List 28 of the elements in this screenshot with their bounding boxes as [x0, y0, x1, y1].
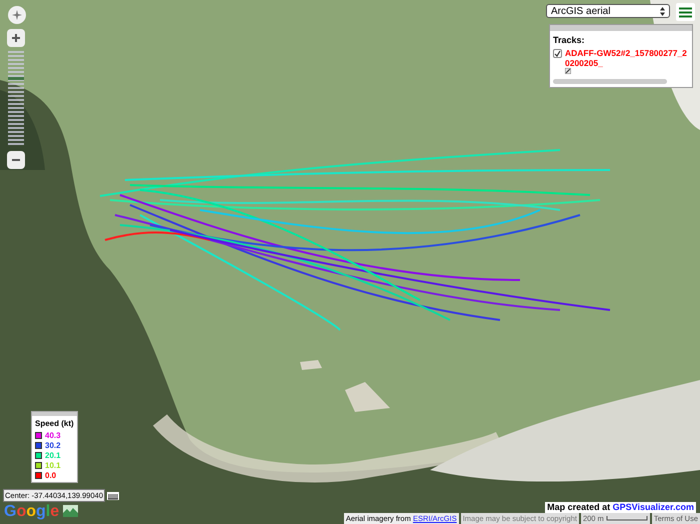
- legend-label: 20.1: [45, 451, 61, 460]
- track-checkbox[interactable]: [553, 48, 562, 58]
- zoom-in-button[interactable]: [7, 29, 25, 47]
- map-type-select[interactable]: ArcGIS aerial: [546, 4, 670, 18]
- legend-label: 10.1: [45, 461, 61, 470]
- track-name-link[interactable]: ADAFF-GW52#2_157800277_20200205_: [565, 48, 689, 68]
- map-credit: Map created at GPSVisualizer.com: [545, 502, 696, 513]
- compass-icon: [12, 10, 22, 20]
- menu-icon: [679, 6, 692, 18]
- zoom-slider-thumb[interactable]: [8, 77, 24, 80]
- legend-label: 0.0: [45, 471, 56, 480]
- scale-ruler-icon: [606, 516, 648, 521]
- legend-label: 30.2: [45, 441, 61, 450]
- zoom-slider[interactable]: [8, 51, 24, 147]
- plus-icon: [11, 33, 21, 43]
- checkmark-icon: [554, 50, 561, 56]
- select-arrows-icon: [660, 6, 665, 16]
- google-logo: Google: [4, 503, 60, 521]
- zoom-out-button[interactable]: [7, 151, 25, 169]
- legend-label: 40.3: [45, 431, 61, 440]
- legend-title: Speed (kt): [35, 418, 74, 430]
- track-link-icon[interactable]: [565, 68, 571, 74]
- islet-drawing: [300, 360, 322, 370]
- island-drawing: [345, 382, 390, 412]
- gpsvisualizer-link[interactable]: GPSVisualizer.com: [612, 502, 694, 512]
- menu-button[interactable]: [676, 3, 695, 21]
- terrain-icon[interactable]: [63, 505, 78, 517]
- tracks-title: Tracks:: [553, 34, 586, 47]
